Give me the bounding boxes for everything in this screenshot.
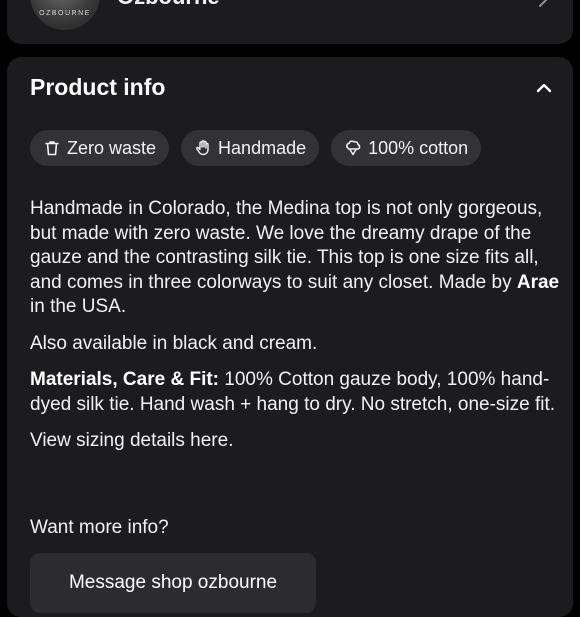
badge-label: 100% cotton bbox=[368, 137, 469, 158]
badge-cotton: 100% cotton bbox=[331, 130, 482, 166]
description-paragraph: Handmade in Colorado, the Medina top is … bbox=[30, 198, 560, 317]
badge-label: Handmade bbox=[218, 137, 307, 158]
badge-handmade: Handmade bbox=[181, 130, 320, 166]
shop-avatar[interactable]: OZBOURNE bbox=[30, 0, 100, 30]
badge-label: Zero waste bbox=[67, 137, 157, 158]
availability-text: Also available in black and cream. bbox=[30, 332, 318, 354]
more-info-label: Want more info? bbox=[30, 517, 169, 538]
product-info-card: Product info Zero waste Handmade 100% co… bbox=[7, 57, 573, 617]
product-description: Handmade in Colorado, the Medina top is … bbox=[30, 197, 560, 466]
materials-paragraph: Materials, Care & Fit: 100% Cotton gauze… bbox=[30, 369, 556, 415]
chevron-right-icon[interactable] bbox=[535, 0, 551, 8]
section-title: Product info bbox=[30, 74, 166, 100]
sizing-link[interactable]: View sizing details here. bbox=[30, 429, 560, 454]
collapse-button[interactable] bbox=[533, 77, 555, 99]
hand-icon bbox=[196, 140, 209, 156]
chevron-up-icon bbox=[536, 83, 552, 93]
maker-name: Arae bbox=[516, 271, 560, 293]
badge-list: Zero waste Handmade 100% cotton bbox=[30, 130, 482, 166]
badge-zero-waste: Zero waste bbox=[30, 130, 170, 166]
shop-name[interactable]: Ozbourne bbox=[117, 0, 220, 10]
message-shop-button[interactable]: Message shop ozbourne bbox=[30, 553, 316, 613]
cotton-icon bbox=[346, 140, 361, 156]
materials-label: Materials, Care & Fit: bbox=[30, 369, 219, 390]
avatar-logo-text: OZBOURNE bbox=[39, 10, 91, 17]
trash-icon bbox=[45, 141, 59, 156]
shop-card[interactable]: OZBOURNE Ozbourne bbox=[7, 0, 573, 44]
